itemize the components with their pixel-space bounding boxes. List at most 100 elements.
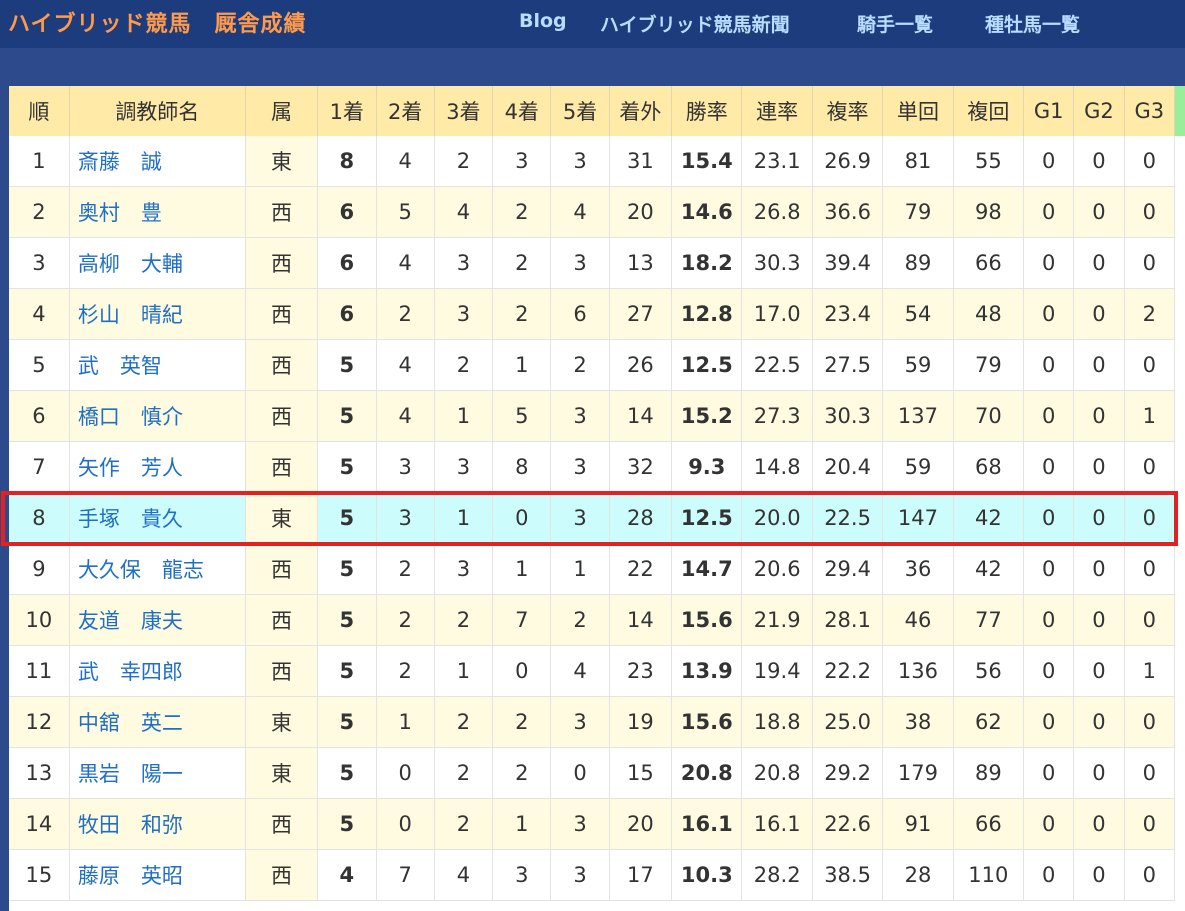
table-cell: 18.2 [671, 237, 743, 289]
table-cell: 0 [1124, 237, 1176, 289]
trainer-name-link[interactable]: 武 英智 [78, 354, 162, 378]
table-row: 13 黒岩 陽一東 5 0 2 2 0 15 20.8 20.8 29.2 179 89 0 0 0 [9, 747, 1176, 799]
trainer-name-link[interactable]: 矢作 芳人 [78, 456, 183, 480]
table-cell: 20 [609, 186, 673, 238]
trainer-name-cell: 友道 康夫 [69, 594, 246, 646]
table-cell: 6 [9, 390, 70, 442]
table-cell: 21.9 [741, 594, 813, 646]
column-header[interactable]: G3 [1124, 86, 1176, 136]
trainer-name-link[interactable]: 黒岩 陽一 [78, 762, 183, 786]
table-cell: 7 [376, 849, 435, 901]
trainer-name-link[interactable]: 斎藤 誠 [78, 150, 162, 174]
column-header[interactable]: 4着 [492, 86, 552, 136]
table-cell: 0 [1073, 186, 1125, 238]
column-header[interactable]: 単回 [882, 86, 954, 136]
trainer-name-cell: 奥村 豊 [69, 186, 246, 238]
table-cell: 0 [1124, 441, 1176, 493]
table-cell: 0 [1124, 798, 1176, 850]
table-cell: 3 [550, 696, 610, 748]
table-cell: 4 [434, 849, 494, 901]
table-cell: 22 [609, 543, 673, 595]
table-cell: 6 [317, 186, 377, 238]
table-cell: 26.9 [812, 136, 884, 187]
table-cell: 東 [245, 696, 319, 748]
table-cell: 31 [609, 136, 673, 187]
column-header[interactable]: 調教師名 [69, 86, 246, 136]
table-cell: 4 [376, 390, 435, 442]
nav-link-blog[interactable]: Blog [519, 10, 567, 32]
table-cell: 1 [492, 339, 552, 391]
table-cell: 0 [492, 645, 552, 697]
table-cell: 14 [609, 390, 673, 442]
trainer-name-cell: 手塚 貴久 [69, 492, 246, 544]
column-header[interactable]: 複回 [953, 86, 1025, 136]
table-cell: 4 [317, 849, 377, 901]
column-header[interactable]: 順 [9, 86, 70, 136]
table-cell: 26.8 [741, 186, 813, 238]
trainer-name-link[interactable]: 杉山 晴紀 [78, 303, 183, 327]
table-cell: 28.1 [812, 594, 884, 646]
table-cell: 29.2 [812, 747, 884, 799]
table-cell: 5 [317, 798, 377, 850]
column-header[interactable]: 3着 [434, 86, 494, 136]
table-cell: 1 [376, 696, 435, 748]
column-header[interactable]: 勝率 [671, 86, 743, 136]
trainer-name-link[interactable]: 武 幸四郎 [78, 660, 183, 684]
table-cell: 32 [609, 441, 673, 493]
table-cell: 東 [245, 136, 319, 187]
table-cell: 2 [9, 186, 70, 238]
table-cell: 136 [882, 645, 954, 697]
table-cell: 22.2 [812, 645, 884, 697]
table-cell: 0 [1073, 339, 1125, 391]
table-cell: 15.6 [671, 594, 743, 646]
trainer-name-link[interactable]: 高柳 大輔 [78, 252, 183, 276]
trainer-name-link[interactable]: 中舘 英二 [78, 711, 183, 735]
table-cell: 26 [609, 339, 673, 391]
table-cell: 0 [1023, 645, 1075, 697]
table-cell: 0 [376, 747, 435, 799]
table-cell: 1 [550, 543, 610, 595]
table-cell: 0 [376, 798, 435, 850]
trainer-name-link[interactable]: 橋口 慎介 [78, 405, 183, 429]
column-header[interactable]: 5着 [550, 86, 610, 136]
table-body: 1 斎藤 誠東 8 4 2 3 3 31 15.4 23.1 26.9 81 55 0 0 0 2 奥村 豊西65… [9, 136, 1176, 901]
table-cell: 2 [434, 696, 494, 748]
trainer-name-link[interactable]: 藤原 英昭 [78, 864, 183, 888]
column-header[interactable]: 1着 [317, 86, 377, 136]
trainer-name-link[interactable]: 奥村 豊 [78, 201, 162, 225]
column-header[interactable]: G1 [1023, 86, 1075, 136]
trainer-name-link[interactable]: 大久保 龍志 [78, 558, 204, 582]
table-row: 10 友道 康夫西 5 2 2 7 2 14 15.6 21.9 28.1 46 77 0 0 0 [9, 594, 1176, 646]
table-row: 12 中舘 英二東 5 1 2 2 3 19 15.6 18.8 25.0 38 62 0 0 0 [9, 696, 1176, 748]
table-cell: 5 [317, 492, 377, 544]
column-header[interactable]: 属 [245, 86, 319, 136]
nav-link-jockey-list[interactable]: 騎手一覧 [857, 10, 933, 37]
table-cell: 19.4 [741, 645, 813, 697]
trainer-name-link[interactable]: 友道 康夫 [78, 609, 183, 633]
table-cell: 2 [376, 288, 435, 340]
trainer-name-cell: 武 幸四郎 [69, 645, 246, 697]
table-cell: 59 [882, 339, 954, 391]
scroll-indicator [1175, 86, 1185, 136]
table-cell: 0 [1023, 186, 1075, 238]
column-header[interactable]: 連率 [741, 86, 813, 136]
trainer-name-link[interactable]: 牧田 和弥 [78, 813, 183, 837]
column-header[interactable]: 複率 [812, 86, 884, 136]
top-nav: Blog ハイブリッド競馬新聞 騎手一覧 種牡馬一覧 [0, 10, 1185, 40]
trainer-name-link[interactable]: 手塚 貴久 [78, 507, 183, 531]
table-cell: 19 [609, 696, 673, 748]
table-cell: 38 [882, 696, 954, 748]
column-header[interactable]: 着外 [609, 86, 673, 136]
table-cell: 3 [550, 390, 610, 442]
table-cell: 12.8 [671, 288, 743, 340]
table-cell: 0 [1073, 288, 1125, 340]
nav-link-newspaper[interactable]: ハイブリッド競馬新聞 [600, 10, 790, 37]
column-header[interactable]: 2着 [376, 86, 435, 136]
table-cell: 1 [1124, 645, 1176, 697]
table-cell: 0 [1124, 594, 1176, 646]
table-cell: 西 [245, 288, 319, 340]
table-cell: 42 [953, 543, 1025, 595]
column-header[interactable]: G2 [1073, 86, 1125, 136]
nav-link-sire-list[interactable]: 種牡馬一覧 [985, 10, 1080, 37]
table-cell: 7 [492, 594, 552, 646]
